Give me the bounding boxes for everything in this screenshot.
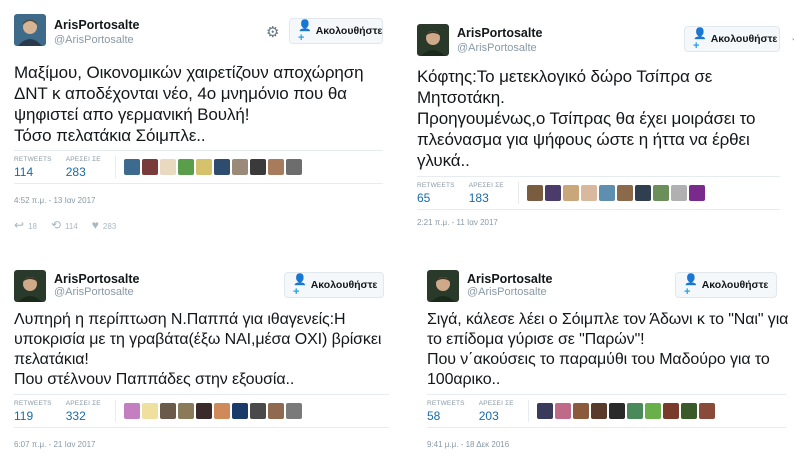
tweet-text: Κόφτης:Το μετεκλογικό δώρο Τσίπρα σε Μητ… — [417, 67, 756, 170]
liker-avatar[interactable] — [123, 403, 140, 419]
liker-avatar[interactable] — [616, 185, 633, 201]
liker-avatar[interactable] — [249, 403, 266, 419]
liker-avatar[interactable] — [141, 403, 158, 419]
follow-user-icon: 👤+ — [693, 27, 707, 52]
reply-icon: ↩ — [14, 218, 25, 232]
liker-avatar[interactable] — [231, 403, 248, 419]
display-name[interactable]: ArisPortosalte — [54, 18, 139, 32]
likes-stat[interactable]: ΑΡΕΣΕΙ ΣΕ 203 — [479, 400, 514, 423]
follow-button[interactable]: 👤+ Ακολουθήστε — [675, 272, 777, 298]
liker-avatar[interactable] — [536, 403, 553, 419]
gear-icon[interactable]: ⚙ — [266, 23, 279, 41]
liker-avatar[interactable] — [267, 403, 284, 419]
tweet-timestamp[interactable]: 6:07 π.μ. - 21 Ιαν 2017 — [14, 440, 95, 449]
liker-avatar[interactable] — [195, 403, 212, 419]
user-handle[interactable]: @ArisPortosalte — [467, 286, 547, 298]
tweet-text: Σιγά, κάλεσε λέει ο Σόιμπλε τον Άδωνι κ … — [427, 311, 789, 388]
liker-avatar[interactable] — [562, 185, 579, 201]
liker-avatar[interactable] — [285, 403, 302, 419]
likes-stat[interactable]: ΑΡΕΣΕΙ ΣΕ 283 — [66, 156, 101, 179]
retweets-stat[interactable]: RETWEETS 114 — [14, 156, 52, 179]
liker-avatar[interactable] — [670, 185, 687, 201]
liker-avatar[interactable] — [652, 185, 669, 201]
reply-button[interactable]: ↩ 18 — [14, 218, 37, 232]
chevron-down-icon[interactable]: ⌄ — [790, 31, 794, 44]
retweet-button[interactable]: ⟲ 114 — [51, 218, 78, 232]
liker-avatar[interactable] — [598, 185, 615, 201]
liker-avatar[interactable] — [680, 403, 697, 419]
tweet-timestamp[interactable]: 9:41 μ.μ. - 18 Δεκ 2016 — [427, 440, 509, 449]
liker-avatar[interactable] — [177, 159, 194, 175]
user-handle[interactable]: @ArisPortosalte — [54, 34, 134, 46]
liker-avatar[interactable] — [644, 403, 661, 419]
liker-avatar[interactable] — [195, 159, 212, 175]
liker-avatars — [114, 156, 302, 178]
avatar[interactable] — [14, 270, 46, 302]
display-name[interactable]: ArisPortosalte — [54, 272, 139, 286]
divider — [0, 240, 794, 262]
liker-avatar[interactable] — [267, 159, 284, 175]
user-handle[interactable]: @ArisPortosalte — [54, 286, 134, 298]
tweet-text: Μαξίμου, Οικονομικών χαιρετίζουν αποχώρη… — [14, 63, 364, 145]
avatar[interactable] — [427, 270, 459, 302]
user-handle[interactable]: @ArisPortosalte — [457, 42, 537, 54]
retweets-stat[interactable]: RETWEETS 65 — [417, 182, 455, 205]
like-button[interactable]: ♥ 283 — [92, 218, 116, 232]
liker-avatar[interactable] — [544, 185, 561, 201]
avatar[interactable] — [14, 14, 46, 46]
tweet-card: ArisPortosalte @ArisPortosalte 👤+ Ακολουθ… — [413, 262, 794, 454]
liker-avatar[interactable] — [662, 403, 679, 419]
tweet-stats: RETWEETS 65 ΑΡΕΣΕΙ ΣΕ 183 — [417, 176, 780, 210]
liker-avatar[interactable] — [249, 159, 266, 175]
liker-avatar[interactable] — [590, 403, 607, 419]
liker-avatars — [517, 182, 705, 204]
avatar[interactable] — [417, 24, 449, 56]
likes-stat[interactable]: ΑΡΕΣΕΙ ΣΕ 332 — [66, 400, 101, 423]
retweets-stat[interactable]: RETWEETS 119 — [14, 400, 52, 423]
tweet-stats: RETWEETS 58 ΑΡΕΣΕΙ ΣΕ 203 — [427, 394, 786, 428]
tweet-timestamp[interactable]: 4:52 π.μ. - 13 Ιαν 2017 — [14, 196, 95, 205]
follow-button[interactable]: 👤+ Ακολουθήστε — [284, 272, 384, 298]
tweet-actions: ↩ 18 ⟲ 114 ♥ 283 — [14, 218, 116, 232]
follow-user-icon: 👤+ — [293, 273, 307, 298]
tweet-timestamp[interactable]: 2:21 π.μ. - 11 Ιαν 2017 — [417, 218, 498, 227]
tweet-stats: RETWEETS 114 ΑΡΕΣΕΙ ΣΕ 283 — [14, 150, 383, 184]
liker-avatar[interactable] — [580, 185, 597, 201]
tweet-card: ArisPortosalte @ArisPortosalte 👤+ Ακολουθ… — [0, 262, 397, 454]
liker-avatar[interactable] — [698, 403, 715, 419]
liker-avatar[interactable] — [123, 159, 140, 175]
tweet-text: Λυπηρή η περίπτωση Ν.Παππά για ιθαγενείς… — [14, 311, 382, 388]
liker-avatars — [527, 400, 715, 422]
liker-avatar[interactable] — [572, 403, 589, 419]
liker-avatar[interactable] — [141, 159, 158, 175]
liker-avatar[interactable] — [159, 159, 176, 175]
liker-avatars — [114, 400, 302, 422]
tweet-card: ArisPortosalte @ArisPortosalte 👤+ Ακολουθ… — [403, 0, 794, 240]
liker-avatar[interactable] — [231, 159, 248, 175]
liker-avatar[interactable] — [554, 403, 571, 419]
follow-button[interactable]: 👤+ Ακολουθήστε — [289, 18, 383, 44]
liker-avatar[interactable] — [688, 185, 705, 201]
heart-icon: ♥ — [91, 218, 99, 232]
liker-avatar[interactable] — [634, 185, 651, 201]
liker-avatar[interactable] — [285, 159, 302, 175]
liker-avatar[interactable] — [213, 159, 230, 175]
retweets-stat[interactable]: RETWEETS 58 — [427, 400, 465, 423]
likes-stat[interactable]: ΑΡΕΣΕΙ ΣΕ 183 — [469, 182, 504, 205]
follow-user-icon: 👤+ — [684, 273, 698, 298]
liker-avatar[interactable] — [213, 403, 230, 419]
liker-avatar[interactable] — [626, 403, 643, 419]
retweet-icon: ⟲ — [50, 218, 62, 232]
liker-avatar[interactable] — [608, 403, 625, 419]
liker-avatar[interactable] — [526, 185, 543, 201]
follow-user-icon: 👤+ — [298, 19, 312, 44]
liker-avatar[interactable] — [177, 403, 194, 419]
display-name[interactable]: ArisPortosalte — [467, 272, 552, 286]
tweet-card: ArisPortosalte @ArisPortosalte ⚙ 👤+ Ακολο… — [0, 0, 397, 240]
tweet-stats: RETWEETS 119 ΑΡΕΣΕΙ ΣΕ 332 — [14, 394, 389, 428]
follow-button[interactable]: 👤+ Ακολουθήστε — [684, 26, 780, 52]
liker-avatar[interactable] — [159, 403, 176, 419]
display-name[interactable]: ArisPortosalte — [457, 26, 542, 40]
